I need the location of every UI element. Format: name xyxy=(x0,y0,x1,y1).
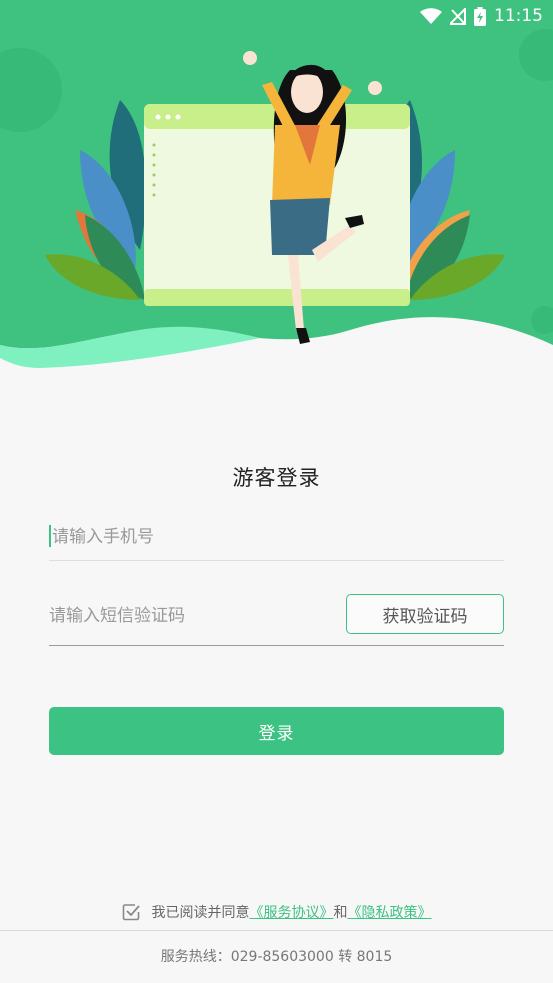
privacy-policy-link[interactable]: 《隐私政策》 xyxy=(348,902,432,922)
footer-divider xyxy=(0,930,553,931)
agree-and: 和 xyxy=(333,905,348,921)
wifi-icon xyxy=(420,7,442,25)
battery-charging-icon xyxy=(474,6,486,26)
service-hotline: 服务热线：029-85603000 转 8015 xyxy=(160,949,393,965)
agree-checkbox[interactable] xyxy=(122,903,140,921)
login-button[interactable]: 登录 xyxy=(49,707,504,755)
phone-input[interactable] xyxy=(49,520,507,554)
agree-prefix: 我已阅读并同意 xyxy=(151,905,250,921)
agreement-row: 我已阅读并同意 《服务协议》 和 《隐私政策》 xyxy=(0,902,553,922)
code-field: 获取验证码 xyxy=(49,594,504,646)
status-time: 11:15 xyxy=(494,6,543,26)
text-caret xyxy=(49,525,51,547)
checkbox-checked-icon xyxy=(122,904,140,921)
service-agreement-link[interactable]: 《服务协议》 xyxy=(250,902,334,922)
hero-banner xyxy=(0,0,553,370)
status-bar: 11:15 xyxy=(0,0,553,32)
get-code-button[interactable]: 获取验证码 xyxy=(346,594,504,634)
woman-cheering-illustration xyxy=(0,0,553,370)
sms-code-input[interactable] xyxy=(49,599,329,633)
no-signal-icon xyxy=(450,7,466,25)
page-title: 游客登录 xyxy=(232,466,321,490)
phone-field xyxy=(49,520,507,561)
